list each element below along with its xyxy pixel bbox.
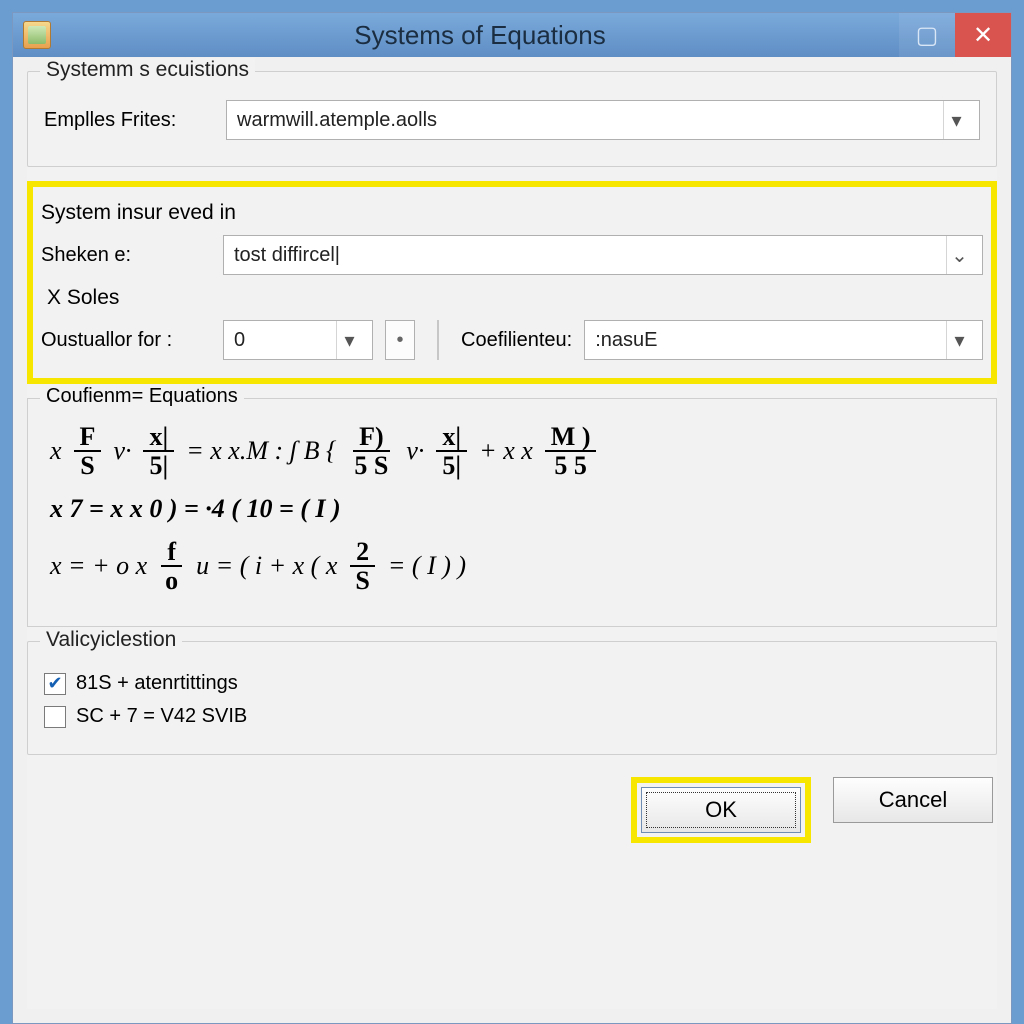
validation-group: Valicyiclestion ✔ 81S + atenrtittings SC… bbox=[27, 641, 997, 755]
ok-button[interactable]: OK bbox=[641, 787, 801, 833]
window-controls: ▢ ✕ bbox=[899, 13, 1011, 57]
equations-panel: Coufienm= Equations x FS v· x|5| = x x.M… bbox=[27, 398, 997, 627]
validation-opt2-label: SC + 7 = V42 SVIB bbox=[76, 705, 247, 728]
dialog-window: Systems of Equations ▢ ✕ Systemm s ecuis… bbox=[12, 12, 1012, 1024]
spinner-extra[interactable]: • bbox=[385, 320, 415, 360]
button-bar: OK Cancel bbox=[27, 769, 997, 845]
chevron-down-icon: ▾ bbox=[336, 321, 362, 359]
group1-legend: Systemm s ecuistions bbox=[40, 58, 255, 82]
highlight-heading: System insur eved in bbox=[41, 201, 983, 225]
chevron-down-icon: ▾ bbox=[943, 101, 969, 139]
equation-2: x 7 = x x 0 ) = ·4 ( 10 = ( I ) bbox=[50, 494, 974, 524]
coefilient-label: Coefilienteu: bbox=[461, 329, 572, 352]
ok-highlight: OK bbox=[631, 777, 811, 843]
maximize-icon[interactable]: ▢ bbox=[899, 13, 955, 57]
sheken-value: tost diffircel| bbox=[234, 244, 340, 267]
checkbox-opt2[interactable] bbox=[44, 706, 66, 728]
checkbox-opt1[interactable]: ✔ bbox=[44, 673, 66, 695]
separator bbox=[437, 320, 439, 360]
equations-legend: Coufienm= Equations bbox=[40, 385, 244, 408]
close-icon[interactable]: ✕ bbox=[955, 13, 1011, 57]
oustuallor-spinner[interactable]: 0 ▾ bbox=[223, 320, 373, 360]
validation-legend: Valicyiclestion bbox=[40, 628, 182, 652]
emplles-combo[interactable]: warmwill.atemple.aolls ▾ bbox=[226, 100, 980, 140]
soles-heading: X Soles bbox=[41, 285, 983, 310]
coefilient-combo[interactable]: :nasuE ▾ bbox=[584, 320, 983, 360]
app-icon bbox=[23, 21, 51, 49]
oustuallor-label: Oustuallor for : bbox=[41, 329, 211, 352]
cancel-button[interactable]: Cancel bbox=[833, 777, 993, 823]
equation-3: x = + o x fo u = ( i + x ( x 2S = ( I ) … bbox=[50, 538, 974, 595]
equation-1: x FS v· x|5| = x x.M : ʃ B { F)5 S v· x|… bbox=[50, 423, 974, 480]
chevron-down-icon: ⌄ bbox=[946, 236, 972, 274]
highlighted-section: System insur eved in Sheken e: tost diff… bbox=[27, 181, 997, 384]
coefilient-value: :nasuE bbox=[595, 329, 657, 352]
validation-opt1-label: 81S + atenrtittings bbox=[76, 672, 238, 695]
dialog-client: Systemm s ecuistions Emplles Frites: war… bbox=[27, 71, 997, 1009]
window-title: Systems of Equations bbox=[61, 20, 899, 51]
oustuallor-value: 0 bbox=[234, 329, 245, 352]
emplles-label: Emplles Frites: bbox=[44, 109, 214, 132]
titlebar: Systems of Equations ▢ ✕ bbox=[13, 13, 1011, 57]
chevron-down-icon: ▾ bbox=[946, 321, 972, 359]
emplles-value: warmwill.atemple.aolls bbox=[237, 109, 437, 132]
group-system-equations: Systemm s ecuistions Emplles Frites: war… bbox=[27, 71, 997, 167]
sheken-label: Sheken e: bbox=[41, 244, 211, 267]
sheken-combo[interactable]: tost diffircel| ⌄ bbox=[223, 235, 983, 275]
